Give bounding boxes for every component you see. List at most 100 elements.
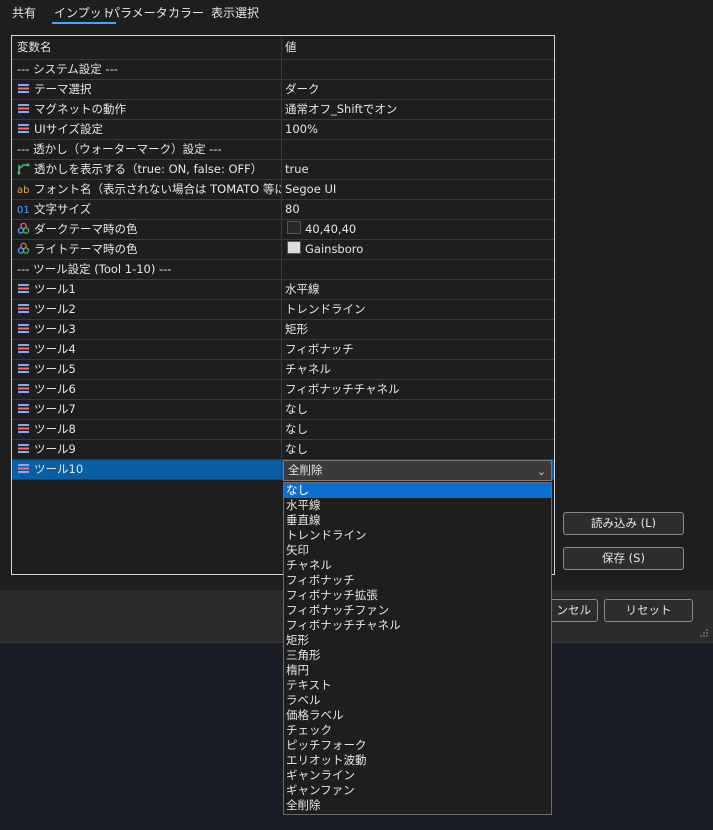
dropdown-option[interactable]: 価格ラベル (284, 708, 551, 723)
parameter-row[interactable]: ツール5 チャネル (12, 360, 554, 380)
parameter-row[interactable]: UIサイズ設定 100% (12, 120, 554, 140)
parameter-label: ツール2 (34, 302, 76, 316)
parameter-row[interactable]: ツール3 矩形 (12, 320, 554, 340)
resize-grip-icon[interactable] (699, 628, 709, 638)
parameter-value-cell[interactable]: フィボナッチチャネル (282, 380, 554, 400)
parameter-name-cell: ツール10 (12, 460, 282, 480)
list-icon (18, 284, 29, 293)
parameter-name-cell: ツール5 (12, 360, 282, 380)
column-header-value[interactable]: 値 (282, 36, 554, 60)
dropdown-option[interactable]: フィボナッチファン (284, 603, 551, 618)
dropdown-option[interactable]: テキスト (284, 678, 551, 693)
list-icon (18, 104, 29, 113)
tab-inputs[interactable]: インプット (52, 4, 116, 24)
parameter-value-cell[interactable]: Segoe UI (282, 180, 554, 200)
parameter-value-cell[interactable]: フィボナッチ (282, 340, 554, 360)
parameter-name-cell: --- ツール設定 (Tool 1-10) --- (12, 260, 282, 280)
list-icon (18, 84, 29, 93)
tab-visibility[interactable]: 表示選択 (211, 4, 259, 21)
parameter-value-cell[interactable]: なし (282, 420, 554, 440)
parameter-row[interactable]: 透かしを表示する（true: ON, false: OFF） true (12, 160, 554, 180)
parameter-value-cell[interactable]: true (282, 160, 554, 180)
chevron-down-icon[interactable]: ⌄ (537, 462, 546, 481)
parameter-row[interactable]: ツール7 なし (12, 400, 554, 420)
load-button[interactable]: 読み込み (L) (563, 512, 684, 535)
parameter-row[interactable]: ライトテーマ時の色 Gainsboro (12, 240, 554, 260)
parameter-value-cell[interactable]: 100% (282, 120, 554, 140)
parameter-row[interactable]: ツール4 フィボナッチ (12, 340, 554, 360)
parameter-row[interactable]: ツール9 なし (12, 440, 554, 460)
list-icon (18, 424, 29, 433)
parameter-value: 40,40,40 (305, 222, 357, 236)
dropdown-option[interactable]: ラベル (284, 693, 551, 708)
dropdown-option[interactable]: フィボナッチチャネル (284, 618, 551, 633)
dropdown-option[interactable]: ギャンファン (284, 783, 551, 798)
dropdown-option[interactable]: なし (284, 483, 551, 498)
parameter-row[interactable]: 01 文字サイズ 80 (12, 200, 554, 220)
dropdown-option[interactable]: チャネル (284, 558, 551, 573)
dropdown-option[interactable]: 矩形 (284, 633, 551, 648)
parameter-row[interactable]: ab フォント名（表示されない場合は TOMATO 等に... Segoe UI (12, 180, 554, 200)
tool-options-dropdown: なし 水平線 垂直線 トレンドライン 矢印 チャネル フィボナッチ フィボナッチ拡張 フィボナッ… (283, 482, 552, 815)
parameter-value: チャネル (285, 362, 331, 376)
color-swatch (287, 241, 301, 254)
parameter-value-cell[interactable]: Gainsboro (282, 240, 554, 260)
parameter-value: フィボナッチ (285, 342, 354, 356)
parameter-name-cell: テーマ選択 (12, 80, 282, 100)
dropdown-option[interactable]: 垂直線 (284, 513, 551, 528)
section-label: --- ツール設定 (Tool 1-10) --- (17, 262, 172, 276)
reset-button[interactable]: リセット (604, 599, 693, 622)
dropdown-option[interactable]: 楕円 (284, 663, 551, 678)
dropdown-option[interactable]: トレンドライン (284, 528, 551, 543)
save-button[interactable]: 保存 (S) (563, 547, 684, 570)
parameter-row[interactable]: テーマ選択 ダーク (12, 80, 554, 100)
dropdown-option[interactable]: 三角形 (284, 648, 551, 663)
parameter-value: 100% (285, 122, 318, 136)
dropdown-option[interactable]: フィボナッチ (284, 573, 551, 588)
parameter-value-cell[interactable]: トレンドライン (282, 300, 554, 320)
parameter-value-cell[interactable]: 80 (282, 200, 554, 220)
parameter-row[interactable]: マグネットの動作 通常オフ_Shiftでオン (12, 100, 554, 120)
bool-icon (17, 163, 30, 175)
dropdown-option[interactable]: エリオット波動 (284, 753, 551, 768)
parameter-label: ツール8 (34, 422, 76, 436)
parameter-row[interactable]: ツール8 なし (12, 420, 554, 440)
list-icon (18, 404, 29, 413)
parameter-row[interactable]: ダークテーマ時の色 40,40,40 (12, 220, 554, 240)
parameter-value-cell[interactable]: チャネル (282, 360, 554, 380)
section-label: --- 透かし（ウォーターマーク）設定 --- (17, 142, 222, 156)
tab-colors[interactable]: カラー (168, 4, 204, 21)
tab-parameters[interactable]: パラメータ (108, 4, 168, 21)
parameter-name-cell: ツール2 (12, 300, 282, 320)
column-header-name[interactable]: 変数名 (12, 36, 282, 60)
parameter-value-cell[interactable]: ダーク (282, 80, 554, 100)
grid-header-row: 変数名値 (12, 36, 554, 60)
dropdown-option[interactable]: チェック (284, 723, 551, 738)
parameter-value-cell[interactable]: 水平線 (282, 280, 554, 300)
dropdown-option[interactable]: 矢印 (284, 543, 551, 558)
parameter-label: 透かしを表示する（true: ON, false: OFF） (34, 162, 263, 176)
dropdown-option[interactable]: フィボナッチ拡張 (284, 588, 551, 603)
tab-common[interactable]: 共有 (12, 4, 36, 21)
parameter-row[interactable]: ツール1 水平線 (12, 280, 554, 300)
parameter-label: ツール9 (34, 442, 76, 456)
dropdown-option[interactable]: 水平線 (284, 498, 551, 513)
parameter-row[interactable]: ツール6 フィボナッチチャネル (12, 380, 554, 400)
parameter-value: フィボナッチチャネル (285, 382, 400, 396)
parameter-value-cell[interactable]: なし (282, 440, 554, 460)
combo-value: 全削除 (288, 463, 323, 477)
parameter-value-cell[interactable]: 40,40,40 (282, 220, 554, 240)
parameter-value-cell[interactable]: 矩形 (282, 320, 554, 340)
parameter-label: ダークテーマ時の色 (34, 222, 138, 236)
parameter-row[interactable]: ツール2 トレンドライン (12, 300, 554, 320)
tool10-value-combobox[interactable]: 全削除 ⌄ (283, 460, 552, 481)
color-swatch (287, 221, 301, 234)
dropdown-option[interactable]: ギャンライン (284, 768, 551, 783)
parameter-value-cell[interactable]: 通常オフ_Shiftでオン (282, 100, 554, 120)
dropdown-option[interactable]: 全削除 (284, 798, 551, 813)
parameter-label: ツール7 (34, 402, 76, 416)
parameter-value-cell[interactable]: なし (282, 400, 554, 420)
section-row: --- システム設定 --- (12, 60, 554, 80)
dropdown-option[interactable]: ピッチフォーク (284, 738, 551, 753)
parameter-name-cell: ツール4 (12, 340, 282, 360)
